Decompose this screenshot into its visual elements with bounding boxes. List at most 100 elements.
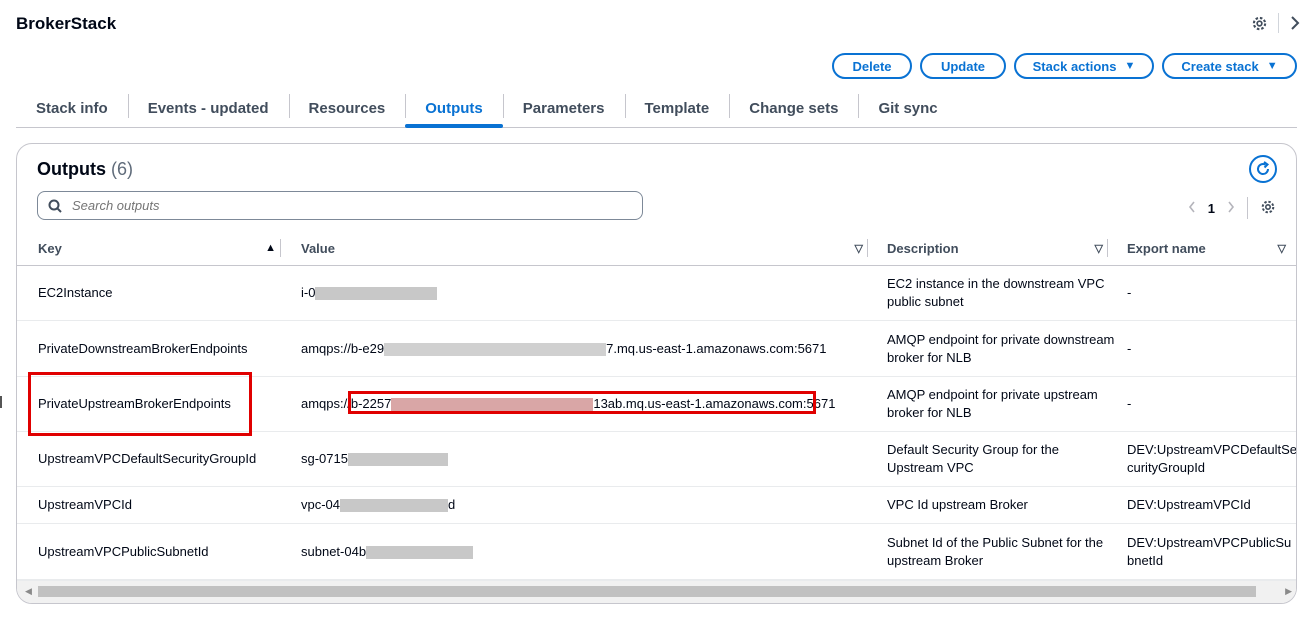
- value-prefix: vpc-04: [301, 497, 341, 512]
- scrollbar-thumb[interactable]: [38, 586, 1256, 597]
- outputs-panel: Outputs (6) 1 Key ▲ Value ▽ Description ▽ E…: [16, 143, 1297, 604]
- outputs-heading: Outputs: [37, 159, 106, 179]
- table-header-row: Key ▲ Value ▽ Description ▽ Export name ▽: [17, 231, 1296, 266]
- table-row: UpstreamVPCDefaultSecurityGroupId sg-071…: [17, 431, 1296, 487]
- divider: [1247, 197, 1248, 219]
- table-row: UpstreamVPCPublicSubnetId subnet-04b Sub…: [17, 523, 1296, 580]
- description-cell: EC2 instance in the downstream VPC publi…: [875, 265, 1115, 321]
- key-cell: UpstreamVPCPublicSubnetId: [17, 523, 288, 580]
- refresh-button[interactable]: [1249, 155, 1277, 183]
- column-divider: [280, 239, 281, 257]
- tab-label: Stack info: [36, 99, 108, 117]
- export-cell: -: [1115, 265, 1296, 321]
- value-cell: subnet-04b: [288, 523, 875, 580]
- column-header-key[interactable]: Key ▲: [17, 231, 288, 266]
- tab-parameters[interactable]: Parameters: [502, 90, 625, 126]
- update-label: Update: [940, 58, 986, 74]
- value-cell: sg-0715: [288, 431, 875, 487]
- chevron-left-icon[interactable]: [1188, 201, 1196, 216]
- description-cell: AMQP endpoint for private downstream bro…: [875, 320, 1115, 377]
- sort-ascending-icon: ▲: [265, 242, 276, 254]
- highlight-box: [348, 391, 816, 414]
- table-row: UpstreamVPCId vpc-04 d VPC Id upstream Br…: [17, 486, 1296, 524]
- horizontal-scrollbar[interactable]: ◀ ▶: [17, 580, 1296, 603]
- highlight-box: [28, 372, 252, 436]
- column-header-description[interactable]: Description ▽: [867, 231, 1115, 266]
- redacted-value: [347, 453, 448, 467]
- chevron-right-icon[interactable]: [1289, 16, 1301, 30]
- table-row: PrivateDownstreamBrokerEndpoints amqps:/…: [17, 320, 1296, 377]
- tab-events[interactable]: Events - updated: [127, 90, 289, 126]
- column-key-label: Key: [38, 240, 62, 256]
- stack-actions-button[interactable]: Stack actions ▼: [1014, 53, 1154, 79]
- value-suffix: 7.mq.us-east-1.amazonaws.com:5671: [606, 340, 827, 356]
- create-stack-label: Create stack: [1181, 58, 1259, 74]
- column-description-label: Description: [887, 240, 959, 256]
- table-row: PrivateUpstreamBrokerEndpoints amqps://b…: [17, 372, 1296, 436]
- caret-down-icon: ▽: [1277, 242, 1286, 255]
- search-icon: [48, 199, 62, 213]
- search-field[interactable]: [37, 191, 643, 220]
- top-icons: [1251, 13, 1301, 33]
- tab-label: Outputs: [425, 99, 483, 117]
- redacted-value: [340, 499, 449, 513]
- column-export-label: Export name: [1127, 240, 1206, 256]
- column-header-value[interactable]: Value ▽: [280, 231, 875, 266]
- page-number[interactable]: 1: [1208, 201, 1215, 216]
- scroll-left-icon[interactable]: ◀: [25, 586, 32, 597]
- update-button[interactable]: Update: [920, 53, 1006, 79]
- tab-label: Git sync: [878, 99, 938, 117]
- value-cell: amqps://b-2257 13ab.mq.us-east-1.amazonaw…: [288, 376, 875, 432]
- key-cell: UpstreamVPCId: [17, 486, 288, 524]
- create-stack-button[interactable]: Create stack ▼: [1162, 53, 1297, 79]
- outputs-table: Key ▲ Value ▽ Description ▽ Export name ▽ EC…: [17, 231, 1296, 580]
- tab-label: Template: [644, 99, 710, 117]
- value-cell: amqps://b-e29 7.mq.us-east-1.amazonaws.co…: [288, 320, 875, 377]
- tab-change-sets[interactable]: Change sets: [729, 90, 858, 126]
- tab-resources[interactable]: Resources: [288, 90, 406, 126]
- value-prefix: amqps://b-e29: [301, 340, 385, 356]
- gear-icon[interactable]: [1251, 15, 1268, 32]
- tab-git-sync[interactable]: Git sync: [858, 90, 957, 126]
- outputs-count: (6): [111, 159, 134, 179]
- value-prefix: i-0: [301, 285, 316, 300]
- tab-stack-info[interactable]: Stack info: [16, 90, 128, 126]
- tab-label: Events - updated: [147, 99, 269, 117]
- delete-label: Delete: [852, 58, 892, 74]
- value-prefix: subnet-04b: [301, 543, 367, 559]
- export-cell: -: [1115, 376, 1296, 432]
- value-suffix: d: [448, 497, 456, 512]
- export-cell: DEV:UpstreamVPCDefaultSecurityGroupId: [1115, 431, 1296, 487]
- stack-actions-label: Stack actions: [1032, 58, 1117, 74]
- export-cell: DEV:UpstreamVPCPublicSubnetId: [1115, 523, 1296, 580]
- column-divider: [1107, 239, 1108, 257]
- caret-down-icon: ▽: [854, 242, 863, 255]
- key-cell: PrivateUpstreamBrokerEndpoints: [17, 372, 288, 436]
- tab-outputs[interactable]: Outputs: [405, 90, 503, 128]
- value-cell: vpc-04 d: [288, 486, 875, 524]
- pagination: 1: [1188, 197, 1276, 219]
- stack-tabs: Stack info Events - updated Resources Ou…: [16, 90, 1297, 128]
- tab-template[interactable]: Template: [624, 90, 730, 126]
- delete-button[interactable]: Delete: [832, 53, 912, 79]
- tab-label: Resources: [308, 99, 386, 117]
- divider: [1278, 13, 1279, 33]
- redacted-value: [315, 287, 438, 301]
- redacted-value: [366, 545, 474, 559]
- description-cell: VPC Id upstream Broker: [875, 486, 1115, 524]
- key-cell: EC2Instance: [17, 265, 288, 321]
- scroll-right-icon[interactable]: ▶: [1285, 586, 1292, 597]
- edge-marker: [0, 396, 2, 408]
- gear-icon[interactable]: [1260, 199, 1276, 218]
- column-header-export[interactable]: Export name ▽: [1107, 231, 1296, 266]
- tab-label: Change sets: [749, 99, 839, 117]
- tab-label: Parameters: [522, 99, 605, 117]
- page-title: BrokerStack: [16, 14, 117, 33]
- column-value-label: Value: [301, 240, 335, 256]
- table-row: EC2Instance i-0 EC2 instance in the down…: [17, 265, 1296, 321]
- search-input[interactable]: [70, 197, 614, 214]
- chevron-right-icon[interactable]: [1227, 201, 1235, 216]
- export-cell: -: [1115, 320, 1296, 377]
- description-cell: Subnet Id of the Public Subnet for the u…: [875, 523, 1115, 580]
- caret-down-icon: ▽: [1094, 242, 1103, 255]
